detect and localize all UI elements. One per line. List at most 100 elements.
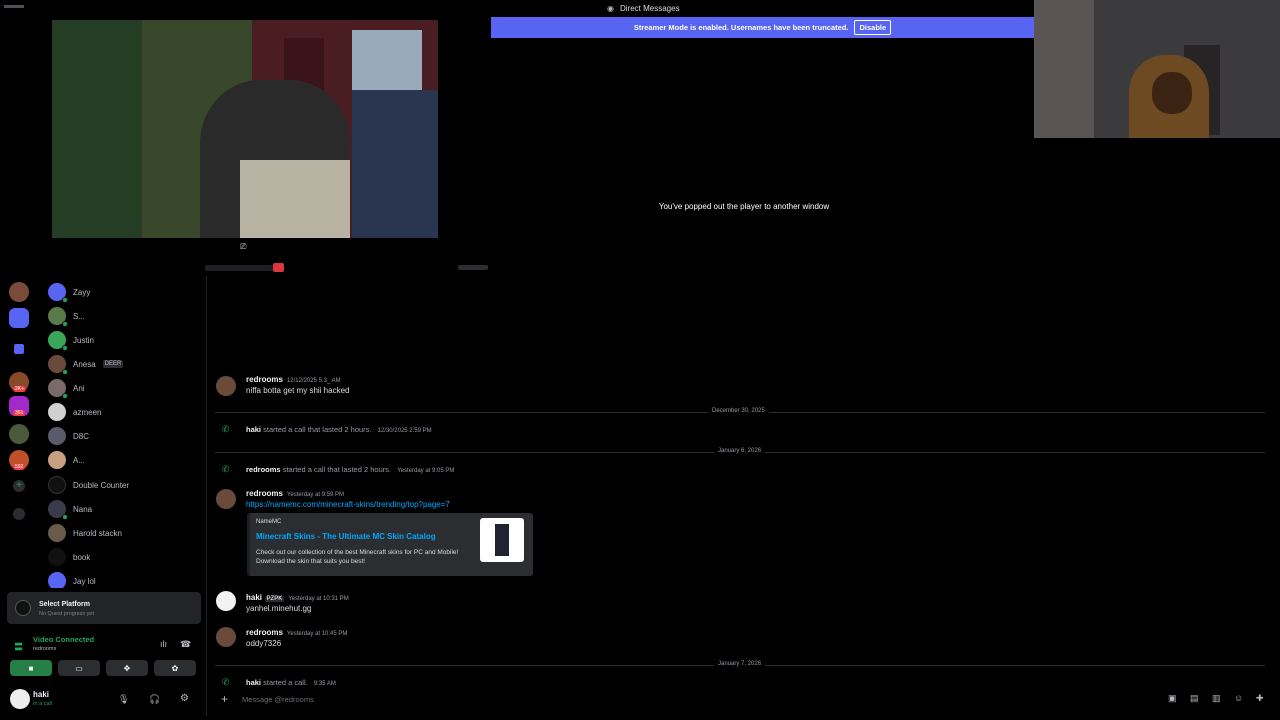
emoji-icon[interactable]: ☺ [1234, 693, 1243, 703]
screen-icon: ▭ [75, 663, 83, 673]
dm-item[interactable]: S... [48, 305, 85, 327]
system-message: haki started a call that lasted 2 hours.… [246, 425, 432, 434]
signal-icon[interactable]: 〓 [14, 640, 23, 653]
unread-badge: 361 [13, 410, 26, 416]
dm-list: Zayy S... Justin Anesa DEER Ani azmeen D8… [40, 280, 205, 588]
gif-icon[interactable]: ▤ [1190, 693, 1199, 704]
disconnect-icon[interactable]: ☎ [180, 639, 191, 650]
gift-icon[interactable]: ▣ [1168, 693, 1177, 704]
message-header: haki PZPK Yesterday at 10:31 PM [246, 593, 349, 602]
platform-icon [15, 600, 31, 616]
soundboard-button[interactable]: ✿ [154, 660, 196, 676]
dm-icon: ◉ [607, 4, 614, 13]
avatar [216, 591, 236, 611]
streamer-webcam [1034, 0, 1280, 138]
avatar [216, 489, 236, 509]
settings-gear-icon[interactable]: ⚙ [180, 693, 189, 704]
embed-title[interactable]: Minecraft Skins - The Ultimate MC Skin C… [256, 532, 436, 541]
camera-button[interactable]: ■ [10, 660, 52, 676]
system-message: redrooms started a call that lasted 2 ho… [246, 465, 455, 474]
platform-title: Select Platform [39, 601, 90, 608]
dm-item[interactable]: A... [48, 449, 85, 471]
user-badge: PZPK [264, 596, 285, 602]
dm-item[interactable]: Double Counter [48, 474, 129, 496]
date-divider-label: December 30, 2025 [708, 408, 769, 414]
screen-share-icon[interactable]: ⎚ [240, 242, 250, 252]
link-embed: NameMC Minecraft Skins - The Ultimate MC… [247, 513, 533, 576]
embed-provider: NameMC [256, 519, 282, 525]
streamer-mode-banner: Streamer Mode is enabled. Usernames have… [491, 17, 1034, 38]
apps-icon[interactable]: ✚ [1256, 693, 1264, 704]
activities-icon: ✥ [123, 663, 131, 673]
server-icon[interactable] [9, 424, 29, 444]
server-rail: 2K+ 361 592 + [0, 276, 38, 590]
dm-item[interactable]: Zayy [48, 281, 90, 303]
message-text: oddy7326 [246, 639, 282, 648]
avatar [48, 331, 68, 351]
soundboard-icon: ✿ [171, 663, 179, 673]
unread-badge: 2K+ [13, 386, 27, 392]
dm-item[interactable]: Nana [48, 498, 92, 520]
call-controls[interactable] [205, 265, 275, 271]
dm-item[interactable]: Jay lol [48, 570, 96, 588]
unread-badge: 592 [13, 464, 26, 470]
message-input[interactable]: Message @redrooms [242, 695, 314, 704]
noise-suppression-icon[interactable]: ılı [160, 639, 167, 649]
message-text: yanhel.minehut.gg [246, 604, 312, 613]
avatar [48, 307, 68, 327]
window-title: Direct Messages [620, 4, 680, 13]
dm-item[interactable]: azmeen [48, 401, 101, 423]
message-composer: + Message @redrooms [213, 689, 1275, 709]
embed-thumbnail[interactable] [480, 518, 524, 562]
add-server-icon[interactable]: + [13, 480, 25, 492]
avatar[interactable] [10, 689, 30, 709]
streamer-mode-text: Streamer Mode is enabled. Usernames have… [633, 23, 849, 32]
server-icon[interactable] [9, 308, 29, 328]
camera-icon: ■ [28, 663, 34, 673]
sticker-icon[interactable]: ▥ [1212, 693, 1221, 704]
divider [206, 276, 207, 716]
phone-icon: ✆ [222, 677, 230, 687]
disable-streamer-mode-button[interactable]: Disable [854, 20, 892, 35]
popout-message: You've popped out the player to another … [658, 202, 830, 211]
add-attachment-icon[interactable]: + [221, 692, 228, 706]
headphones-icon[interactable]: 🎧 [149, 694, 160, 705]
avatar [48, 355, 68, 375]
message-text: niffa botta get my shii hacked [246, 386, 350, 395]
dm-item[interactable]: D8C [48, 425, 89, 447]
discord-logo-icon [4, 5, 24, 8]
select-platform-card[interactable]: Select Platform No Quest progress yet [7, 592, 201, 624]
activities-button[interactable]: ✥ [106, 660, 148, 676]
server-icon[interactable] [9, 282, 29, 302]
message-link[interactable]: https://namemc.com/minecraft-skins/trend… [246, 500, 450, 509]
hang-up-button[interactable] [273, 263, 284, 272]
avatar [48, 403, 66, 421]
avatar [216, 627, 236, 647]
avatar [48, 500, 68, 520]
mic-icon[interactable]: 🎙 [118, 694, 129, 705]
system-message: haki started a call. 9:35 AM [246, 678, 336, 687]
avatar [48, 379, 68, 399]
folder-icon[interactable] [14, 344, 24, 354]
message-header: redrooms Yesterday at 10:45 PM [246, 628, 348, 637]
date-divider-label: January 7, 2026 [714, 661, 766, 667]
dm-item[interactable]: Ani [48, 377, 85, 399]
screen-share-button[interactable]: ▭ [58, 660, 100, 676]
platform-subtitle: No Quest progress yet [39, 611, 95, 617]
dm-item[interactable]: Justin [48, 329, 94, 351]
user-name[interactable]: haki [33, 690, 49, 699]
dm-item[interactable]: Anesa DEER [48, 353, 124, 375]
dm-item[interactable]: Harold stackn [48, 522, 122, 544]
voice-channel[interactable]: redrooms [33, 646, 56, 652]
voice-status[interactable]: Video Connected [33, 635, 94, 644]
avatar [48, 548, 66, 566]
phone-icon: ✆ [222, 464, 230, 474]
discover-icon[interactable] [13, 508, 25, 520]
avatar [48, 476, 66, 494]
message-header: redrooms Yesterday at 9:59 PM [246, 489, 345, 498]
user-status: In a call [33, 701, 52, 707]
dm-item[interactable]: book [48, 546, 90, 568]
avatar [48, 524, 66, 542]
fullscreen-controls[interactable] [458, 265, 488, 270]
avatar [48, 572, 66, 588]
